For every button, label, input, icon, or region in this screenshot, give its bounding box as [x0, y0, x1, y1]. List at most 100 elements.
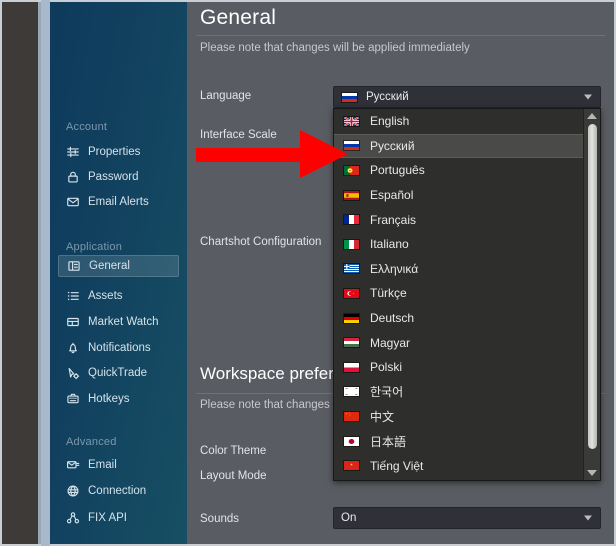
dropdown-option-label: Italiano [370, 237, 409, 252]
list-icon [66, 289, 80, 303]
sidebar-item-email[interactable]: Email [58, 454, 179, 475]
sidebar-rail [41, 0, 50, 546]
sidebar-item-label: Assets [88, 289, 123, 302]
dropdown-option[interactable]: 日本語 [334, 429, 584, 454]
chevron-down-icon [584, 515, 592, 521]
language-combobox[interactable]: Русский [333, 86, 601, 108]
dropdown-option-label: Русский [370, 138, 415, 153]
dropdown-option-label: Español [370, 188, 414, 203]
dropdown-option-label: English [370, 114, 410, 129]
dropdown-option[interactable]: 한국어 [334, 380, 584, 405]
envelope-icon [66, 195, 80, 209]
label-chartshot-configuration: Chartshot Configuration [200, 236, 322, 248]
dropdown-option[interactable]: Deutsch [334, 306, 584, 331]
dropdown-option[interactable]: Magyar [334, 330, 584, 355]
flag-vn-icon [343, 460, 360, 472]
sidebar-group-label-application: Application [66, 241, 123, 253]
sidebar-item-email-alerts[interactable]: Email Alerts [58, 191, 179, 212]
sidebar-item-label: General [89, 260, 130, 272]
page-note: Please note that changes will be applied… [200, 42, 470, 54]
flag-kr-icon [343, 386, 360, 398]
dropdown-option[interactable]: Русский [334, 133, 584, 159]
dropdown-option-label: Ελληνικά [370, 261, 419, 276]
sidebar-group-label-account: Account [66, 121, 108, 133]
sidebar-item-label: Password [88, 170, 139, 183]
annotation-arrow-icon [196, 130, 348, 178]
title-divider [196, 35, 605, 36]
sidebar-group-label-advanced: Advanced [66, 436, 117, 448]
flag-de-icon [343, 312, 360, 324]
sliders-icon [66, 145, 80, 159]
flag-es-icon [343, 189, 360, 201]
sidebar-item-notifications[interactable]: Notifications [58, 337, 179, 358]
flag-tr-icon [343, 287, 360, 299]
flag-hu-icon [343, 337, 360, 349]
settings-window: Account Properties Password Email Alerts App… [0, 0, 616, 546]
sidebar-item-label: Connection [88, 484, 147, 497]
envelope-arrow-icon [66, 458, 80, 472]
workspace-note: Please note that changes wi [200, 399, 344, 411]
sidebar-item-hotkeys[interactable]: Hotkeys [58, 388, 179, 409]
dropdown-option-label: Deutsch [370, 311, 415, 326]
dropdown-option[interactable]: Français [334, 207, 584, 232]
dropdown-option-label: Français [370, 212, 417, 227]
flag-gr-icon [343, 263, 360, 275]
language-combobox-value: Русский [366, 91, 409, 103]
dropdown-option[interactable]: Tiếng Việt [334, 453, 584, 478]
scroll-down-arrow-icon[interactable] [587, 470, 597, 476]
dropdown-option[interactable]: Português [334, 158, 584, 183]
sidebar-item-properties[interactable]: Properties [58, 141, 179, 162]
dropdown-option[interactable]: Español [334, 183, 584, 208]
dropdown-scrollbar[interactable] [583, 109, 600, 480]
flag-cn-icon [343, 410, 360, 422]
sidebar-item-market-watch[interactable]: Market Watch [58, 311, 179, 332]
settings-sidebar: Account Properties Password Email Alerts App… [50, 2, 187, 544]
sidebar-item-password[interactable]: Password [58, 166, 179, 187]
label-sounds: Sounds [200, 513, 240, 525]
dropdown-option[interactable]: Polski [334, 355, 584, 380]
sidebar-item-quicktrade[interactable]: QuickTrade [58, 362, 179, 383]
settings-main-panel: General Please note that changes will be… [187, 2, 614, 544]
page-title: General [200, 6, 277, 29]
dropdown-option-label: Português [370, 163, 425, 178]
dropdown-option[interactable]: Ελληνικά [334, 257, 584, 282]
keyboard-icon [66, 392, 80, 406]
sidebar-item-connection[interactable]: Connection [58, 480, 179, 501]
globe-icon [66, 484, 80, 498]
flag-it-icon [343, 238, 360, 250]
dropdown-option[interactable]: English [334, 109, 584, 134]
flag-jp-icon [343, 435, 360, 447]
dropdown-option[interactable]: العربية [334, 478, 584, 480]
sidebar-item-label: Hotkeys [88, 392, 130, 405]
scrollbar-thumb[interactable] [588, 124, 597, 449]
label-color-theme: Color Theme [200, 445, 267, 457]
panel-icon [67, 259, 81, 273]
dropdown-option[interactable]: 中文 [334, 404, 584, 429]
chevron-down-icon [584, 94, 592, 100]
scroll-up-arrow-icon[interactable] [587, 113, 597, 119]
lock-icon [66, 170, 80, 184]
table-icon [66, 315, 80, 329]
sidebar-item-label: QuickTrade [88, 366, 148, 379]
nodes-icon [66, 511, 80, 525]
sidebar-item-fix-api[interactable]: FIX API [58, 507, 179, 528]
flag-fr-icon [343, 214, 360, 226]
dropdown-option-label: 日本語 [370, 434, 407, 449]
flag-ru-icon [341, 91, 358, 103]
cursor-gear-icon [66, 366, 80, 380]
window-left-gutter [2, 2, 38, 544]
sidebar-item-label: Properties [88, 145, 141, 158]
sidebar-item-label: Notifications [88, 341, 151, 354]
dropdown-option-label: Tiếng Việt [370, 458, 424, 473]
label-layout-mode: Layout Mode [200, 470, 267, 482]
dropdown-option-label: Magyar [370, 335, 411, 350]
sidebar-item-label: Email [88, 458, 117, 471]
sounds-combobox[interactable]: On [333, 507, 601, 529]
sidebar-item-general[interactable]: General [58, 255, 179, 277]
sidebar-item-label: FIX API [88, 511, 127, 524]
dropdown-option[interactable]: Italiano [334, 232, 584, 257]
dropdown-option-label: Türkçe [370, 286, 407, 301]
language-dropdown-list[interactable]: English Русский Português Español Français It… [333, 108, 601, 481]
dropdown-option[interactable]: Türkçe [334, 281, 584, 306]
sidebar-item-assets[interactable]: Assets [58, 285, 179, 306]
